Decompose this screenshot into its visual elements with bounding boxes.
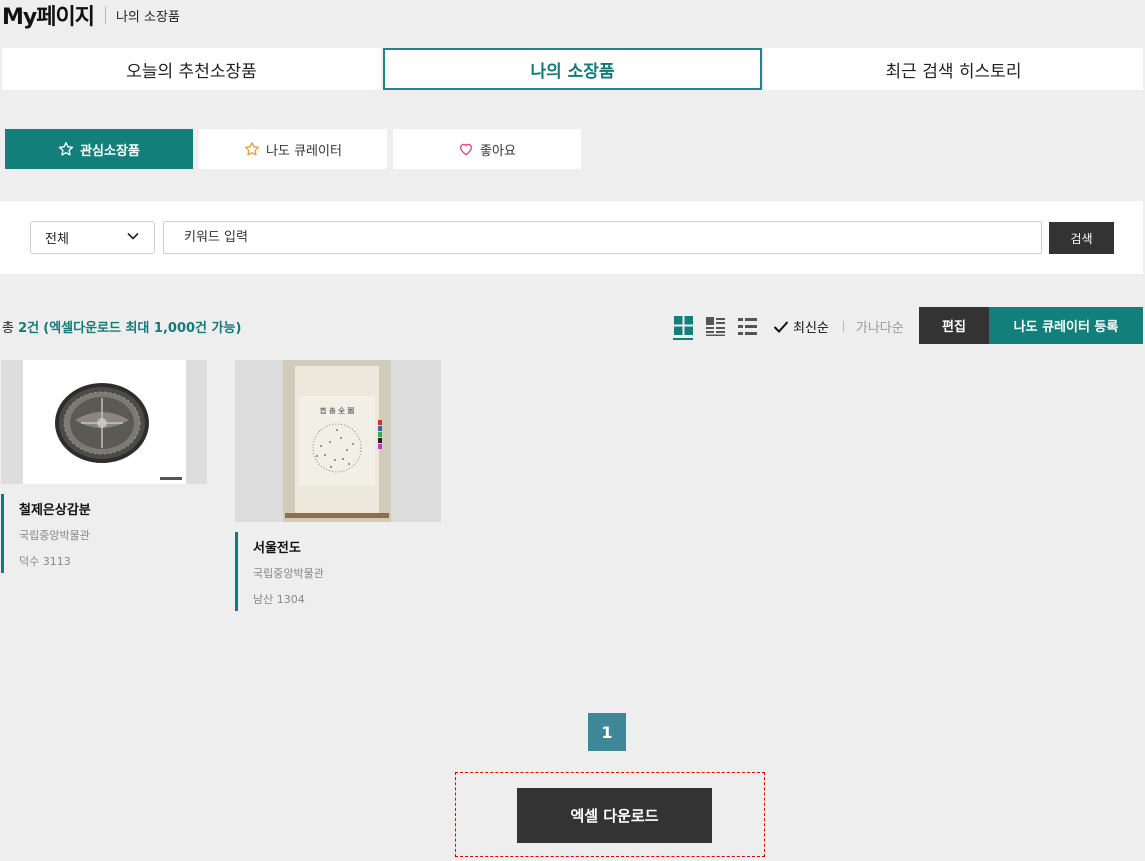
item-number: 덕수 3113 xyxy=(19,555,71,568)
item-number: 남산 1304 xyxy=(253,593,305,606)
collection-card[interactable]: 首 善 全 圖 서울전도 국립중앙박물관 남산 1304 xyxy=(235,360,441,611)
view-toggle xyxy=(673,315,757,340)
results-toolbar: 총 2건 (엑셀다운로드 최대 1,000건 가능) 최신순 가나다순 편집 나… xyxy=(0,307,1143,344)
heart-icon xyxy=(458,141,474,157)
sub-tabs: 관심소장품 나도 큐레이터 좋아요 xyxy=(5,129,581,169)
item-museum: 국립중앙박물관 xyxy=(19,529,90,542)
tab-search-history[interactable]: 최근 검색 히스토리 xyxy=(764,48,1143,90)
excel-download-button[interactable]: 엑셀 다운로드 xyxy=(517,788,712,843)
svg-text:首 善 全 圖: 首 善 全 圖 xyxy=(320,406,355,415)
check-icon xyxy=(773,320,789,333)
count-value: 2건 xyxy=(18,321,40,336)
item-name: 철제은상감분 xyxy=(19,503,91,518)
sort-latest-label: 최신순 xyxy=(793,321,829,336)
collection-card[interactable]: 철제은상감분 국립중앙박물관 덕수 3113 xyxy=(1,360,207,573)
detail-list-view-icon[interactable] xyxy=(737,316,757,336)
subtab-label: 좋아요 xyxy=(480,143,516,159)
search-input[interactable] xyxy=(163,221,1042,254)
count-note: (엑셀다운로드 최대 1,000건 가능) xyxy=(43,321,242,336)
grid-view-icon[interactable] xyxy=(673,315,693,340)
main-tabs: 오늘의 추천소장품 나의 소장품 최근 검색 히스토리 xyxy=(2,48,1143,90)
edit-button[interactable]: 편집 xyxy=(919,307,989,344)
sort-latest[interactable]: 최신순 xyxy=(773,317,829,336)
search-button[interactable]: 검색 xyxy=(1049,222,1114,254)
item-image xyxy=(1,360,207,484)
item-image: 首 善 全 圖 xyxy=(235,360,441,522)
star-icon xyxy=(244,141,260,157)
item-info: 철제은상감분 국립중앙박물관 덕수 3113 xyxy=(1,494,207,573)
register-curator-button[interactable]: 나도 큐레이터 등록 xyxy=(989,307,1143,344)
item-museum: 국립중앙박물관 xyxy=(253,567,324,580)
category-select[interactable]: 전체 xyxy=(30,221,155,254)
result-count: 총 2건 (엑셀다운로드 최대 1,000건 가능) xyxy=(2,317,241,336)
divider xyxy=(104,6,106,24)
divider xyxy=(842,321,844,332)
item-info: 서울전도 국립중앙박물관 남산 1304 xyxy=(235,532,441,611)
count-prefix: 총 xyxy=(2,321,19,336)
star-icon xyxy=(58,141,74,157)
select-value: 전체 xyxy=(45,232,69,247)
sort-options: 최신순 가나다순 xyxy=(773,317,904,336)
tab-recommended[interactable]: 오늘의 추천소장품 xyxy=(2,48,381,90)
subtab-favorites[interactable]: 관심소장품 xyxy=(5,129,193,169)
subtab-label: 나도 큐레이터 xyxy=(266,143,342,159)
page-button-current[interactable]: 1 xyxy=(588,713,626,751)
page-title: My페이지 xyxy=(2,5,95,30)
sort-alphabetical[interactable]: 가나다순 xyxy=(856,317,904,336)
search-panel: 전체 검색 xyxy=(0,201,1143,274)
subtab-label: 관심소장품 xyxy=(80,143,140,159)
tab-my-collection[interactable]: 나의 소장품 xyxy=(383,48,762,90)
subtab-curator[interactable]: 나도 큐레이터 xyxy=(199,129,387,169)
breadcrumb: 나의 소장품 xyxy=(115,9,180,25)
item-name: 서울전도 xyxy=(253,541,301,556)
list-view-icon[interactable] xyxy=(705,316,725,336)
page-header: My페이지 나의 소장품 xyxy=(2,0,180,30)
chevron-down-icon xyxy=(126,230,140,245)
subtab-likes[interactable]: 좋아요 xyxy=(393,129,581,169)
